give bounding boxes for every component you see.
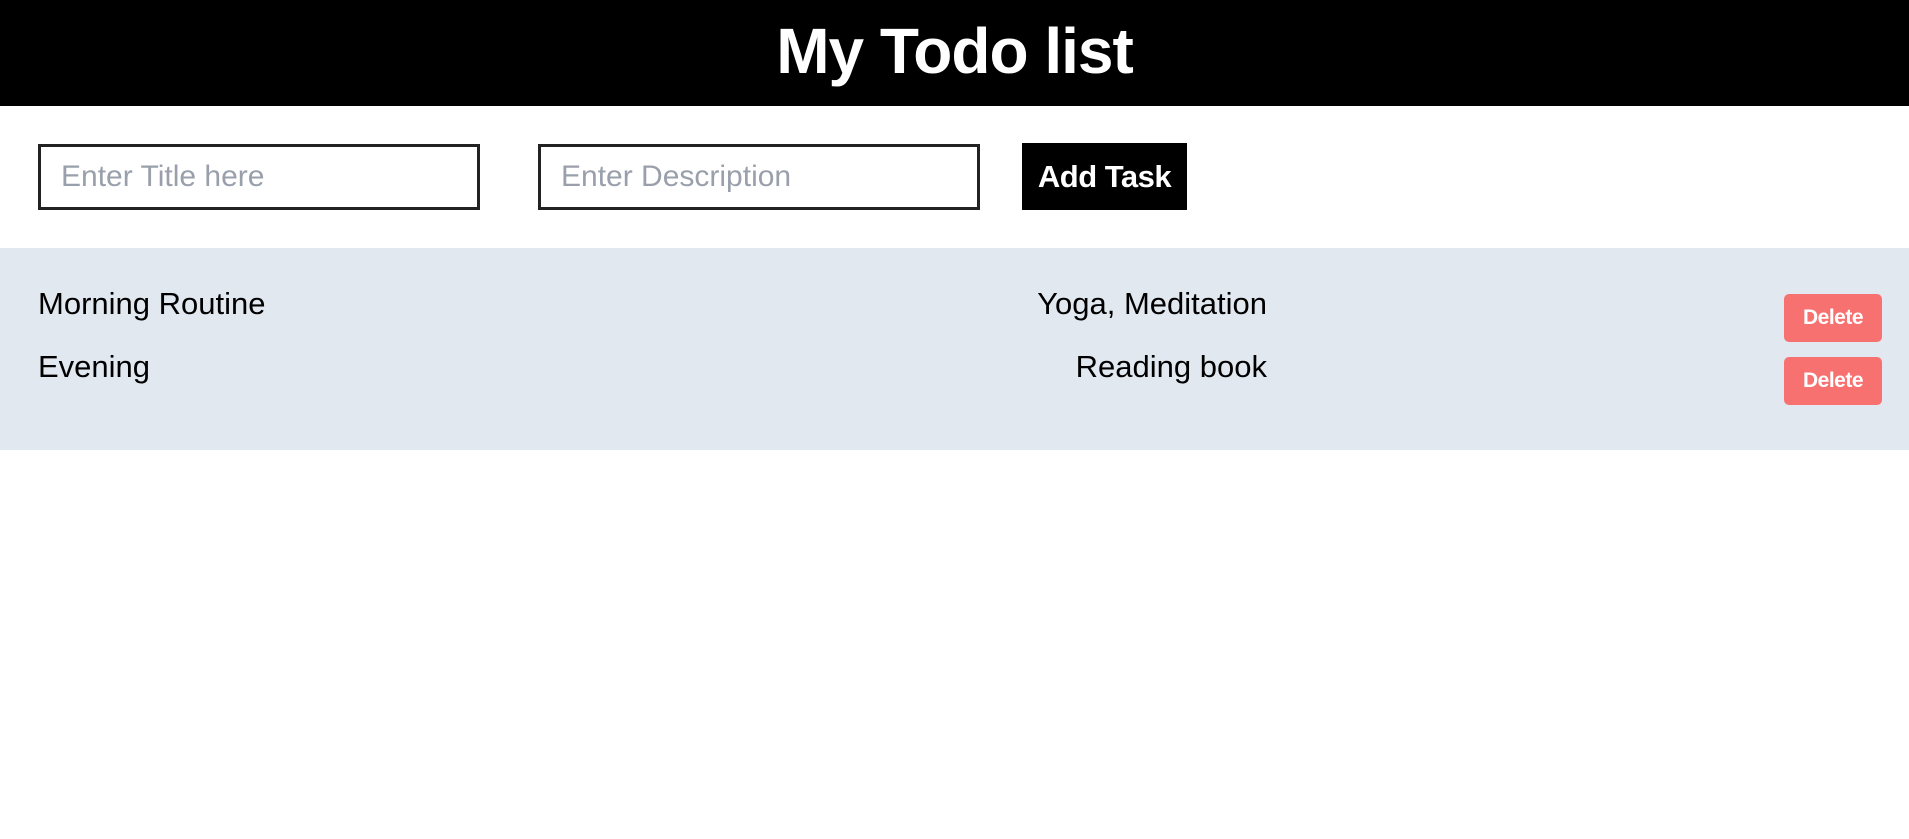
add-task-button[interactable]: Add Task <box>1022 143 1187 210</box>
task-title: Morning Routine <box>38 286 266 321</box>
task-title: Evening <box>38 349 151 384</box>
task-description: Yoga, Meditation <box>1037 286 1267 321</box>
delete-button[interactable]: Delete <box>1784 294 1882 342</box>
app-header: My Todo list <box>0 0 1909 106</box>
delete-button[interactable]: Delete <box>1784 357 1882 405</box>
page-title: My Todo list <box>776 15 1134 87</box>
description-input[interactable] <box>538 144 980 210</box>
task-row: Morning Routine Yoga, Meditation Delete <box>0 286 1909 342</box>
title-input[interactable] <box>38 144 480 210</box>
task-row: Evening Reading book Delete <box>0 349 1909 405</box>
task-list: Morning Routine Yoga, Meditation Delete … <box>0 248 1909 450</box>
task-description: Reading book <box>1075 349 1267 384</box>
